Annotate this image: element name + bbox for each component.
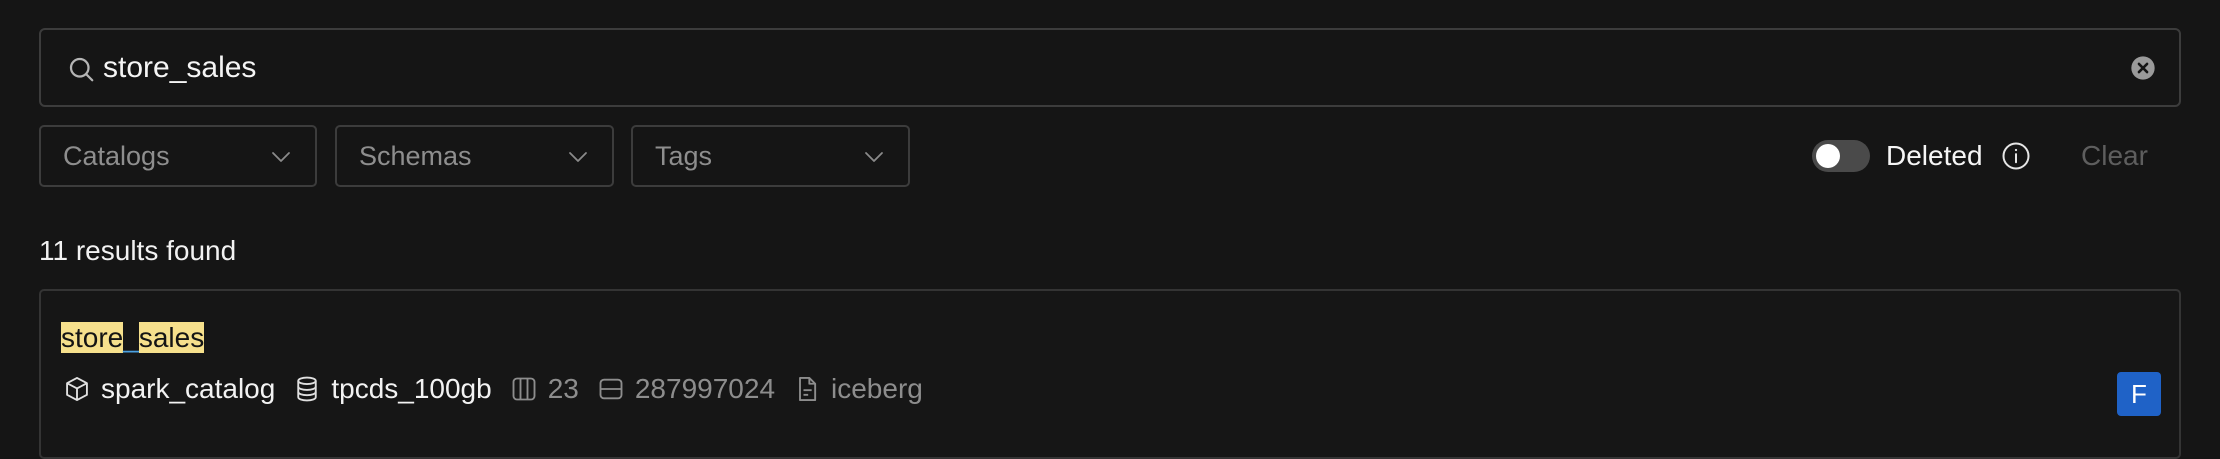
database-icon (297, 376, 318, 402)
deleted-toggle[interactable] (1812, 140, 1870, 172)
column-count: 23 (547, 373, 579, 404)
clear-filters-button[interactable]: Clear (2081, 140, 2148, 172)
schema-meta: tpcds_100gb (293, 372, 492, 406)
deleted-label: Deleted (1886, 140, 1983, 171)
columns-meta: 23 (510, 372, 579, 406)
search-icon (69, 57, 94, 82)
chevron-down-icon (569, 152, 587, 162)
owner-avatar[interactable]: F (2117, 372, 2161, 416)
schemas-filter-label: Schemas (359, 140, 472, 171)
chevron-down-icon (272, 152, 290, 162)
toggle-knob (1816, 144, 1840, 168)
schema-name: tpcds_100gb (331, 373, 492, 404)
search-input[interactable] (103, 30, 2103, 105)
rows-meta: 287997024 (597, 372, 775, 406)
schemas-filter[interactable]: Schemas (335, 125, 614, 187)
tags-filter-label: Tags (655, 140, 713, 171)
result-title[interactable]: store_sales (61, 321, 205, 355)
rows-icon (599, 378, 623, 400)
results-count: 11 results found (39, 235, 237, 266)
chevron-down-icon (865, 152, 883, 162)
info-icon[interactable] (2001, 141, 2031, 171)
catalog-name: spark_catalog (101, 373, 276, 404)
table-format: iceberg (831, 373, 923, 404)
catalogs-filter[interactable]: Catalogs (39, 125, 317, 187)
result-meta: spark_catalog tpcds_100gb 23 287997024 i… (63, 372, 941, 406)
format-meta: iceberg (793, 372, 923, 406)
tags-filter[interactable]: Tags (631, 125, 910, 187)
file-icon (799, 376, 817, 402)
title-highlight: store (61, 322, 124, 353)
catalogs-filter-label: Catalogs (63, 140, 170, 171)
clear-search-icon[interactable] (2129, 54, 2157, 82)
result-item[interactable]: store_sales spark_catalog tpcds_100gb 23… (39, 289, 2181, 459)
catalog-meta: spark_catalog (63, 372, 275, 406)
cube-icon (66, 376, 88, 402)
search-bar[interactable] (39, 28, 2181, 107)
title-highlight: sales (138, 322, 205, 353)
title-separator: _ (123, 322, 139, 353)
row-count: 287997024 (634, 373, 776, 404)
columns-icon (512, 377, 536, 401)
